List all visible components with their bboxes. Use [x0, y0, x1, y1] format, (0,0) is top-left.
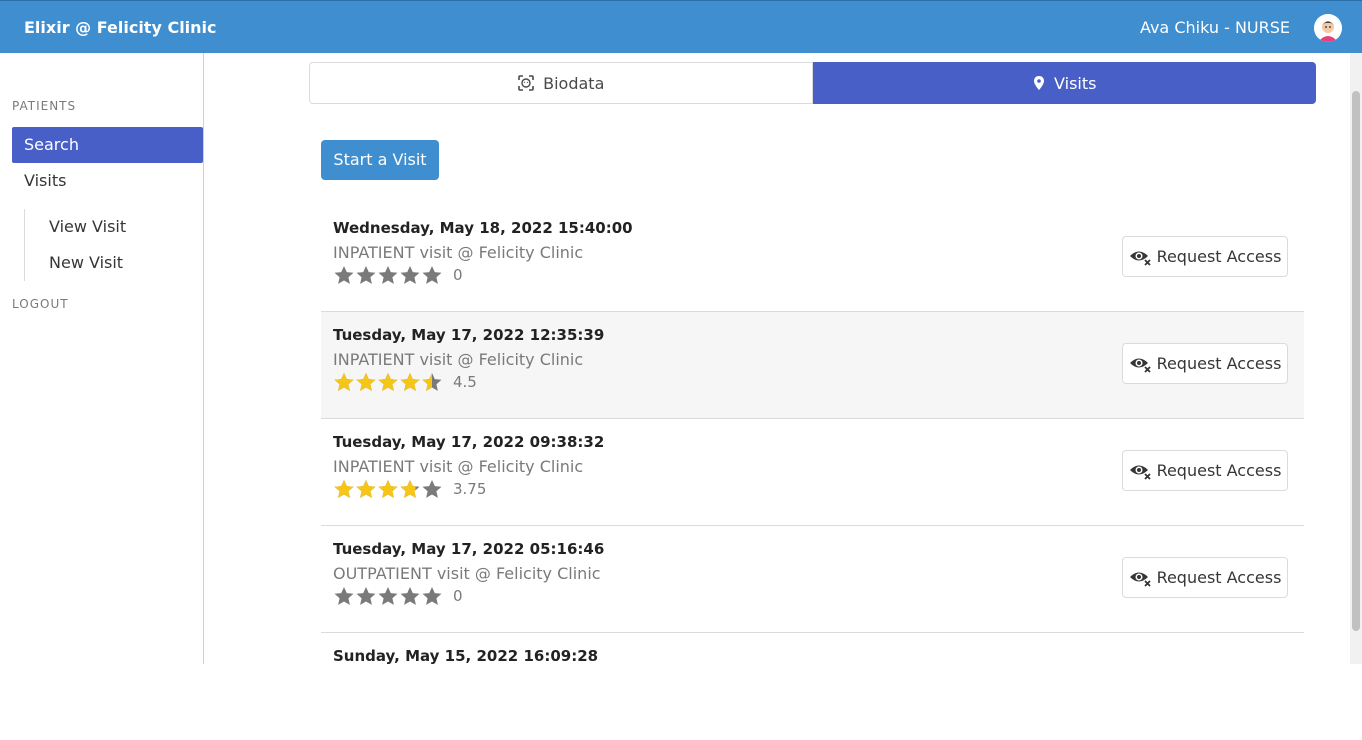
tab-biodata[interactable]: Biodata	[309, 62, 813, 104]
visit-row[interactable]: Tuesday, May 17, 2022 05:16:46 OUTPATIEN…	[321, 526, 1304, 633]
star-icon	[356, 480, 376, 498]
visit-date: Tuesday, May 17, 2022 12:35:39	[333, 326, 605, 344]
top-navbar: Elixir @ Felicity Clinic Ava Chiku - NUR…	[0, 0, 1362, 53]
star-icon	[422, 480, 442, 498]
app-brand[interactable]: Elixir @ Felicity Clinic	[24, 18, 217, 37]
star-rating: 0	[333, 264, 463, 286]
avatar-icon[interactable]	[1314, 14, 1342, 42]
face-scan-icon	[518, 75, 534, 91]
star-icon	[334, 266, 354, 284]
request-access-label: Request Access	[1156, 568, 1282, 587]
tab-visits[interactable]: Visits	[812, 62, 1316, 104]
sidebar-item-visits[interactable]: Visits	[12, 163, 203, 199]
star-icon	[334, 587, 354, 605]
request-access-button[interactable]: Request Access	[1122, 343, 1288, 384]
star-icon	[378, 480, 398, 498]
star-icon	[334, 480, 354, 498]
visit-row[interactable]: Wednesday, May 18, 2022 15:40:00 INPATIE…	[321, 205, 1304, 312]
sidebar: PATIENTS Search Visits View Visit New Vi…	[0, 53, 204, 664]
start-visit-button[interactable]: Start a Visit	[321, 140, 439, 180]
visit-type: INPATIENT visit @ Felicity Clinic	[333, 350, 584, 369]
star-rating: 0	[333, 585, 463, 607]
star-icon	[356, 373, 376, 391]
request-access-label: Request Access	[1156, 354, 1282, 373]
request-access-button[interactable]: Request Access	[1122, 236, 1288, 277]
visit-date: Tuesday, May 17, 2022 09:38:32	[333, 433, 605, 451]
star-icon	[422, 373, 442, 391]
visit-type: INPATIENT visit @ Felicity Clinic	[333, 243, 584, 262]
scrollbar-thumb[interactable]	[1352, 91, 1360, 631]
sidebar-item-view-visit[interactable]: View Visit	[25, 209, 195, 245]
sidebar-item-new-visit[interactable]: New Visit	[25, 245, 195, 281]
rating-value: 0	[453, 266, 463, 284]
visit-row[interactable]: Tuesday, May 17, 2022 12:35:39 INPATIENT…	[321, 312, 1304, 419]
star-rating: 3.75	[333, 478, 486, 500]
eye-slash-icon	[1129, 251, 1151, 266]
visit-type: INPATIENT visit @ Felicity Clinic	[333, 457, 584, 476]
eye-slash-icon	[1129, 572, 1151, 587]
visit-row[interactable]: Tuesday, May 17, 2022 09:38:32 INPATIENT…	[321, 419, 1304, 526]
request-access-label: Request Access	[1156, 461, 1282, 480]
tab-visits-label: Visits	[1054, 73, 1097, 93]
request-access-button[interactable]: Request Access	[1122, 557, 1288, 598]
request-access-button[interactable]: Request Access	[1122, 450, 1288, 491]
eye-slash-icon	[1129, 465, 1151, 480]
star-icon	[400, 266, 420, 284]
star-icon	[378, 587, 398, 605]
eye-slash-icon	[1129, 358, 1151, 373]
star-icon	[378, 266, 398, 284]
rating-value: 3.75	[453, 480, 487, 498]
visit-date: Tuesday, May 17, 2022 05:16:46	[333, 540, 605, 558]
star-icon	[378, 373, 398, 391]
star-rating: 4.5	[333, 371, 477, 393]
patient-tabs: Biodata Visits	[309, 62, 1316, 104]
logout-link[interactable]: LOGOUT	[12, 297, 69, 311]
sidebar-submenu-visits: View Visit New Visit	[24, 209, 203, 281]
sidebar-item-search[interactable]: Search	[12, 127, 203, 163]
visit-date: Wednesday, May 18, 2022 15:40:00	[333, 219, 633, 237]
menu-label-patients: PATIENTS	[12, 99, 77, 113]
star-icon	[400, 373, 420, 391]
star-icon	[356, 587, 376, 605]
visit-date: Sunday, May 15, 2022 16:09:28	[333, 647, 599, 665]
star-icon	[400, 587, 420, 605]
request-access-label: Request Access	[1156, 247, 1282, 266]
scrollbar[interactable]	[1350, 53, 1362, 664]
star-icon	[334, 373, 354, 391]
tab-biodata-label: Biodata	[543, 73, 605, 93]
star-icon	[400, 480, 420, 498]
location-pin-icon	[1034, 76, 1045, 90]
visit-type: OUTPATIENT visit @ Felicity Clinic	[333, 564, 601, 583]
star-icon	[422, 587, 442, 605]
user-name[interactable]: Ava Chiku - NURSE	[1140, 18, 1290, 37]
visit-list: Wednesday, May 18, 2022 15:40:00 INPATIE…	[321, 205, 1304, 740]
star-icon	[422, 266, 442, 284]
rating-value: 0	[453, 587, 463, 605]
rating-value: 4.5	[453, 373, 477, 391]
star-icon	[356, 266, 376, 284]
visit-row[interactable]: Sunday, May 15, 2022 16:09:28	[321, 633, 1304, 740]
